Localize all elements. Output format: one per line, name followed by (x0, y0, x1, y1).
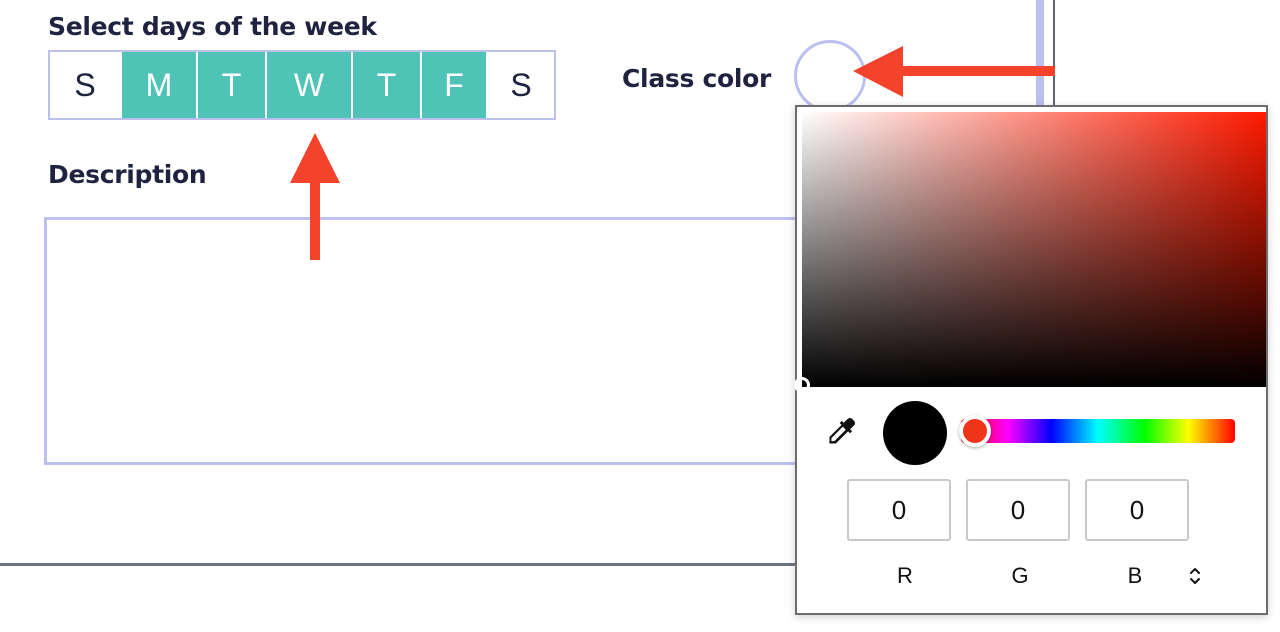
day-friday-button[interactable]: F (420, 52, 486, 118)
day-saturday-button[interactable]: S (486, 52, 554, 118)
days-selector: S M T W T F S (48, 50, 556, 120)
description-textarea[interactable] (44, 217, 804, 465)
chevron-up-down-icon[interactable] (1185, 565, 1205, 587)
eyedropper-icon[interactable] (823, 415, 859, 451)
day-sunday-button[interactable]: S (50, 52, 120, 118)
form-panel-scrollbar[interactable] (1036, 0, 1044, 112)
hue-slider[interactable] (961, 419, 1235, 443)
blue-channel-label: B (1127, 563, 1143, 588)
saturation-handle[interactable] (794, 377, 810, 393)
color-picker-popup: 0 0 0 R G B (794, 105, 1268, 615)
green-channel-input[interactable]: 0 (966, 479, 1070, 541)
day-monday-button[interactable]: M (120, 52, 196, 118)
red-channel-label: R (897, 563, 913, 588)
days-label: Select days of the week (48, 12, 377, 41)
saturation-brightness-area[interactable] (794, 112, 1266, 393)
day-thursday-button[interactable]: T (351, 52, 420, 118)
day-wednesday-button[interactable]: W (265, 52, 351, 118)
blue-channel-input[interactable]: 0 (1085, 479, 1189, 541)
class-color-swatch[interactable] (794, 40, 866, 112)
hue-slider-handle[interactable] (959, 415, 991, 447)
red-channel-input[interactable]: 0 (847, 479, 951, 541)
arrow-left-icon (853, 46, 1055, 97)
green-channel-label: G (1011, 563, 1029, 588)
form-panel-right-border (1053, 0, 1055, 112)
day-tuesday-button[interactable]: T (196, 52, 265, 118)
description-label: Description (48, 160, 207, 189)
class-color-label: Class color (622, 64, 772, 93)
form-panel-bottom-border (0, 563, 800, 566)
current-color-preview (883, 401, 947, 465)
